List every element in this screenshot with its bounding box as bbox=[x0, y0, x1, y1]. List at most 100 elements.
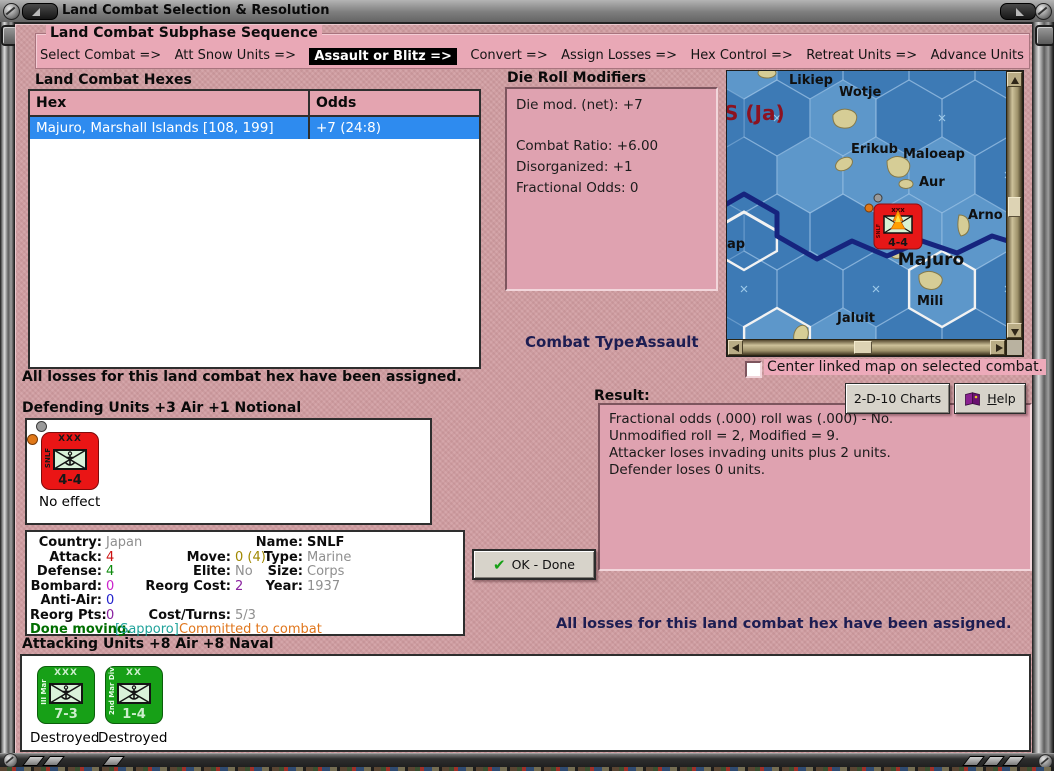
name-value: SNLF bbox=[307, 535, 345, 550]
die-mod-net: Die mod. (net): +7 bbox=[516, 97, 643, 113]
ok-done-button[interactable]: ✔ OK - Done bbox=[472, 549, 596, 580]
status-dot-orange bbox=[864, 203, 874, 213]
losses-assigned-bottom: All losses for this land combat hex have… bbox=[556, 616, 1012, 632]
defense-value: 4 bbox=[106, 564, 115, 579]
subphase-title: Land Combat Subphase Sequence bbox=[46, 25, 322, 41]
reorg-cost-label: Reorg Cost: bbox=[145, 579, 231, 594]
size-label: Size: bbox=[267, 564, 303, 579]
rollup-button[interactable] bbox=[22, 3, 58, 20]
subphase-sequence: Select Combat => Att Snow Units => Assau… bbox=[40, 48, 1024, 65]
attack-label: Attack: bbox=[49, 550, 102, 565]
label-majuro: Majuro bbox=[898, 250, 964, 270]
corner-button[interactable] bbox=[1000, 3, 1036, 20]
attacker-status-2: Destroyed bbox=[98, 730, 168, 746]
unit-info-panel: Country: Japan Name: SNLF Attack: 4 Move… bbox=[25, 530, 465, 637]
screw-icon bbox=[1035, 3, 1052, 20]
name-label: Name: bbox=[255, 535, 303, 550]
scroll-down-button[interactable] bbox=[1007, 323, 1022, 338]
counter-strength: 7-3 bbox=[54, 707, 78, 722]
defense-label: Defense: bbox=[36, 564, 102, 579]
scroll-left-button[interactable] bbox=[728, 340, 743, 355]
losses-assigned-top: All losses for this land combat hex have… bbox=[22, 369, 462, 385]
country-value: Japan bbox=[106, 535, 143, 550]
result-line: Unmodified roll = 2, Modified = 9. bbox=[609, 428, 840, 444]
step-convert: Convert => bbox=[470, 48, 548, 63]
help-button[interactable]: Help bbox=[954, 383, 1026, 414]
window-title: Land Combat Selection & Resolution bbox=[62, 3, 330, 18]
center-map-label: Center linked map on selected combat. bbox=[764, 359, 1047, 375]
corner-triangle-icon bbox=[1016, 8, 1024, 16]
die-mod-fractional: Fractional Odds: 0 bbox=[516, 180, 639, 196]
marine-unit-icon bbox=[53, 449, 87, 470]
combat-type-label: Combat Type: bbox=[525, 333, 641, 351]
label-erikub: Erikub bbox=[851, 142, 898, 157]
charts-button[interactable]: 2-D-10 Charts bbox=[845, 383, 950, 414]
antiair-label: Anti-Air: bbox=[40, 593, 102, 608]
attacking-units-box: XXX III Mar 7-3 Destroyed XX 2nd Mar Div… bbox=[20, 654, 1031, 752]
window-frame-right bbox=[1032, 22, 1054, 755]
check-icon: ✔ bbox=[493, 555, 506, 574]
marine-unit-icon bbox=[49, 683, 83, 704]
step-assign-losses: Assign Losses => bbox=[561, 48, 678, 63]
result-line: Attacker loses invading units plus 2 uni… bbox=[609, 445, 891, 461]
defending-unit-counter[interactable]: XXX SNLF 4-4 bbox=[41, 432, 99, 490]
combat-hexes-table: Hex Odds Majuro, Marshall Islands [108, … bbox=[28, 89, 481, 369]
cost-turns-value: 5/3 bbox=[235, 608, 256, 623]
result-label: Result: bbox=[594, 388, 650, 404]
game-window: Land Combat Selection & Resolution Land … bbox=[0, 0, 1054, 771]
bombard-label: Bombard: bbox=[30, 579, 102, 594]
die-modifiers-title: Die Roll Modifiers bbox=[507, 70, 647, 86]
size-value: Corps bbox=[307, 564, 345, 579]
step-retreat-units: Retreat Units => bbox=[806, 48, 918, 63]
window-frame-left bbox=[0, 22, 15, 755]
marine-unit-icon bbox=[117, 683, 151, 704]
row-hex-cell[interactable]: Majuro, Marshall Islands [108, 199] bbox=[30, 117, 310, 139]
screw-icon bbox=[3, 3, 20, 20]
label-arno: Arno bbox=[968, 208, 1003, 223]
defender-status: No effect bbox=[39, 494, 101, 510]
row-odds-cell[interactable]: +7 (24:8) bbox=[310, 117, 479, 139]
center-map-checkbox[interactable] bbox=[745, 361, 762, 378]
step-advance-units: Advance Units bbox=[930, 48, 1024, 63]
die-mod-disorg: Disorganized: +1 bbox=[516, 159, 633, 175]
step-select-combat: Select Combat => bbox=[40, 48, 162, 63]
attack-value: 4 bbox=[106, 550, 115, 565]
map-hscrollbar[interactable] bbox=[727, 339, 1006, 356]
attacking-title: Attacking Units +8 Air +8 Naval bbox=[22, 636, 274, 652]
screw-icon bbox=[3, 753, 18, 768]
map-vscrollbar[interactable] bbox=[1006, 71, 1023, 339]
scroll-up-button[interactable] bbox=[1007, 72, 1022, 87]
result-line: Defender loses 0 units. bbox=[609, 462, 766, 478]
antiair-value: 0 bbox=[106, 593, 115, 608]
label-partial: ap bbox=[727, 237, 745, 252]
counter-side: SNLF bbox=[876, 224, 882, 238]
defending-units-box: XXX SNLF 4-4 No effect bbox=[25, 418, 432, 525]
linked-map[interactable]: xxx SNLF 4-4 Likiep Wotje S (Ja) Erikub … bbox=[726, 70, 1024, 357]
attacking-unit-counter-1[interactable]: XXX III Mar 7-3 bbox=[37, 666, 95, 724]
hscroll-thumb[interactable] bbox=[854, 341, 872, 354]
scroll-right-button[interactable] bbox=[990, 340, 1005, 355]
scrollbar-corner bbox=[1006, 339, 1023, 356]
table-row[interactable]: Majuro, Marshall Islands [108, 199] +7 (… bbox=[30, 117, 479, 139]
label-jaluit: Jaluit bbox=[836, 311, 875, 326]
map-canvas[interactable]: xxx SNLF 4-4 Likiep Wotje S (Ja) Erikub … bbox=[727, 71, 1006, 339]
frame-knob bbox=[1035, 25, 1054, 46]
elite-label: Elite: bbox=[192, 564, 231, 579]
help-button-label: Help bbox=[987, 391, 1016, 406]
type-value: Marine bbox=[307, 550, 352, 565]
label-wotje: Wotje bbox=[839, 85, 881, 100]
defending-title: Defending Units +3 Air +1 Notional bbox=[22, 400, 302, 416]
reorg-pts-label: Reorg Pts: bbox=[30, 608, 107, 623]
book-icon bbox=[965, 391, 981, 406]
vscroll-thumb[interactable] bbox=[1008, 197, 1021, 217]
charts-button-label: 2-D-10 Charts bbox=[853, 391, 942, 406]
title-bar[interactable]: Land Combat Selection & Resolution bbox=[0, 0, 1054, 24]
die-modifiers-panel: Die mod. (net): +7 Combat Ratio: +6.00 D… bbox=[505, 87, 718, 291]
bombard-value: 0 bbox=[106, 579, 115, 594]
step-att-snow-units: Att Snow Units => bbox=[174, 48, 296, 63]
label-region: S (Ja) bbox=[727, 101, 785, 125]
year-label: Year: bbox=[265, 579, 303, 594]
attacking-unit-counter-2[interactable]: XX 2nd Mar Div 1-4 bbox=[105, 666, 163, 724]
country-label: Country: bbox=[38, 535, 102, 550]
rollup-triangle-icon bbox=[32, 8, 40, 16]
